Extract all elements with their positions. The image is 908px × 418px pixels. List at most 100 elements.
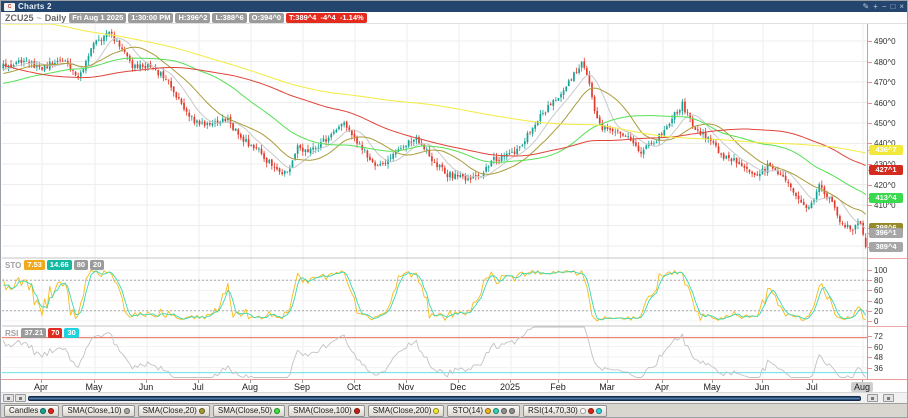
chart-plot-area[interactable]	[2, 24, 867, 379]
study-color-dot	[198, 407, 205, 414]
study-value-badge: 37.21	[21, 328, 47, 338]
price-level-badge: 413^4	[869, 193, 903, 203]
ohlc-info-badge: O:394^0	[248, 12, 285, 23]
axis-tick	[868, 301, 872, 302]
toolbar-button-sma-close-50[interactable]: SMA(Close,50)	[212, 404, 286, 417]
axis-tick	[868, 185, 872, 186]
axis-tick-label: 0	[874, 317, 879, 326]
month-label: Oct	[346, 382, 362, 392]
price-axis[interactable]: 490^0480^0470^0460^0450^0440^0430^0420^0…	[867, 24, 907, 380]
axis-tick	[868, 123, 872, 124]
toolbar-button-label: SMA(Close,10)	[67, 406, 122, 415]
study-color-dot	[123, 407, 130, 414]
chart-header: ZCU25 ~ Daily Fri Aug 1 2025 1:30:00 PM H:…	[1, 12, 907, 24]
last-trade-badge: T:389^4 -4^4 -1.14%	[286, 12, 367, 23]
charts-window: C Charts 2 ✎ + − □ × ZCU25 ~ Daily Fri Aug 1…	[0, 0, 908, 418]
month-label: Jun	[138, 382, 154, 392]
ohlc-info-badge: Fri Aug 1 2025	[69, 12, 127, 23]
axis-tick-label: 40	[874, 297, 883, 306]
month-label: 2025	[499, 382, 521, 392]
month-label: May	[85, 382, 103, 392]
axis-tick-label: 60	[874, 343, 883, 352]
sto-study-label[interactable]: STO 7.53 14.66 80 20	[5, 260, 105, 270]
study-color-dot	[579, 407, 586, 414]
axis-tick-label: 490^0	[874, 37, 896, 46]
title-bar[interactable]: C Charts 2 ✎ + − □ ×	[1, 1, 907, 12]
toolbar-button-sma-close-20[interactable]: SMA(Close,20)	[137, 404, 210, 417]
month-label: Dec	[449, 382, 467, 392]
axis-tick-label: 450^0	[874, 119, 896, 128]
study-color-dot	[485, 407, 492, 414]
minimize-icon[interactable]: −	[882, 2, 887, 11]
study-color-dot	[353, 407, 360, 414]
month-label: Mar	[599, 382, 615, 392]
axis-tick	[868, 321, 872, 322]
study-color-dot	[587, 407, 594, 414]
axis-tick-label: 100	[874, 266, 888, 275]
hscroll-left-button-2[interactable]	[15, 394, 26, 402]
hscroll-right-button-1[interactable]	[867, 394, 878, 402]
axis-tick-label: 72	[874, 332, 883, 341]
price-level-badge: 427^1	[869, 165, 903, 175]
axis-tick	[868, 347, 872, 348]
axis-tick-label: 480^0	[874, 58, 896, 67]
rsi-badges: 37.21 70 30	[21, 328, 79, 338]
ohlc-info-badge: H:396^2	[175, 12, 211, 23]
hscroll-thumb[interactable]	[28, 396, 861, 401]
toolbar-button-sma-close-200[interactable]: SMA(Close,200)	[367, 404, 445, 417]
month-label: Apr	[654, 382, 670, 392]
month-label: Feb	[550, 382, 566, 392]
axis-tick	[868, 41, 872, 42]
toolbar-button-sma-close-10[interactable]: SMA(Close,10)	[62, 404, 135, 417]
axis-tick	[868, 270, 872, 271]
study-color-dot	[509, 407, 516, 414]
sto-badges: 7.53 14.66 80 20	[24, 260, 105, 270]
axis-tick	[868, 82, 872, 83]
ohlc-info-badge: L:388^6	[212, 12, 247, 23]
price-level-badge: 389^4	[869, 242, 903, 252]
month-label: Jun	[754, 382, 770, 392]
study-color-dot	[501, 407, 508, 414]
study-toolbar: Candles SMA(Close,10) SMA(Close,20) SMA(Clo…	[1, 403, 907, 417]
toolbar-button-label: Candles	[9, 406, 39, 415]
axis-tick	[868, 357, 872, 358]
month-label: Jul	[192, 382, 204, 392]
study-value-badge: 14.66	[46, 260, 72, 270]
axis-tick-label: 460^0	[874, 99, 896, 108]
study-value-badge: 70	[48, 328, 63, 338]
axis-tick	[868, 103, 872, 104]
axis-tick	[868, 290, 872, 291]
hscroll-left-button-1[interactable]	[3, 394, 14, 402]
axis-tick	[868, 311, 872, 312]
axis-tick-label: 60	[874, 286, 883, 295]
edit-icon[interactable]: ✎	[862, 2, 869, 11]
toolbar-button-label: SMA(Close,50)	[217, 406, 273, 415]
toolbar-button-sto-14[interactable]: STO(14)	[447, 404, 521, 417]
study-color-dot	[595, 407, 602, 414]
axis-tick	[868, 336, 872, 337]
axis-tick	[868, 368, 872, 369]
toolbar-button-sma-close-100[interactable]: SMA(Close,100)	[288, 404, 365, 417]
price-level-badge: 396^1	[869, 228, 903, 238]
month-label: Aug	[850, 382, 874, 392]
study-color-dot	[48, 407, 55, 414]
study-value-badge: 30	[64, 328, 79, 338]
toolbar-button-candles[interactable]: Candles	[4, 404, 60, 417]
cqg-logo-icon: C	[4, 2, 15, 11]
month-label: May	[703, 382, 721, 392]
axis-tick-label: 48	[874, 353, 883, 362]
restore-icon[interactable]: □	[890, 2, 895, 11]
axis-tick	[868, 280, 872, 281]
hscroll-bar	[1, 392, 907, 403]
symbol-label: ZCU25	[5, 12, 34, 23]
rsi-study-label[interactable]: RSI 37.21 70 30	[5, 328, 79, 338]
toolbar-button-label: STO(14)	[452, 406, 484, 415]
close-icon[interactable]: ×	[899, 2, 904, 11]
window-controls: ✎ + − □ ×	[862, 2, 904, 11]
toolbar-button-rsi-14-70-30[interactable]: RSI(14,70,30)	[523, 404, 607, 417]
study-color-dot	[433, 407, 440, 414]
time-axis[interactable]: Apr May Jun Jul Aug Sep Oct Nov Dec 2025 Feb Mar Apr…	[1, 379, 907, 392]
hscroll-right-button-2[interactable]	[883, 394, 894, 402]
dock-icon[interactable]: +	[873, 2, 878, 11]
axis-tick-label: 470^0	[874, 78, 896, 87]
